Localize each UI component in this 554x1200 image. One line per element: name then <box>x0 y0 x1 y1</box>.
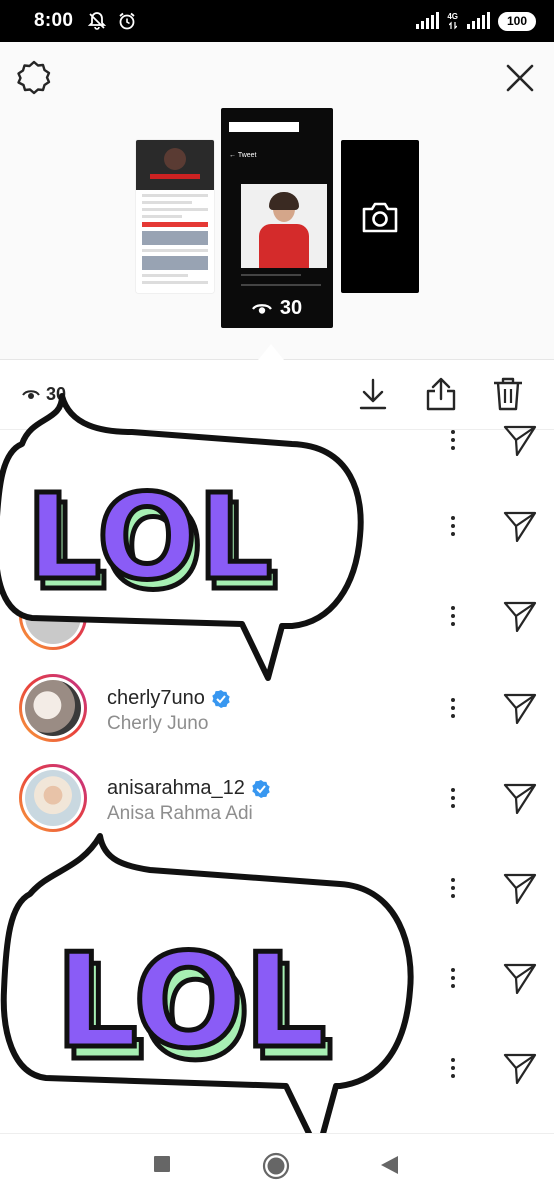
story-thumbnails-header: ← Tweet 30 <box>0 42 554 360</box>
send-message-button[interactable] <box>500 958 540 998</box>
send-message-button[interactable] <box>500 688 540 728</box>
username-line: anisarahma_12 <box>107 777 271 800</box>
thumbnail-views-number: 30 <box>279 297 303 319</box>
signal-icon-2 <box>467 12 490 29</box>
svg-text:LOL: LOL <box>26 468 273 606</box>
more-options-button[interactable] <box>440 1050 466 1086</box>
story-thumbnail-current[interactable]: ← Tweet 30 <box>221 108 333 328</box>
system-navigation-bar <box>0 1133 554 1200</box>
full-name: Anisa Rahma Adi <box>107 803 253 824</box>
send-message-button[interactable] <box>500 506 540 546</box>
direct-send-icon <box>503 1053 537 1084</box>
more-options-button[interactable] <box>440 508 466 544</box>
mute-notifications-icon <box>88 12 107 30</box>
signal-icon <box>416 12 440 29</box>
home-circle-icon <box>262 1152 290 1180</box>
recent-apps-button[interactable] <box>152 1154 172 1174</box>
send-message-button[interactable] <box>500 420 540 460</box>
direct-send-icon <box>503 601 537 632</box>
thumbnail-video-preview <box>136 140 214 190</box>
svg-text:LOL: LOL <box>55 925 327 1077</box>
square-icon <box>154 1156 170 1172</box>
close-button[interactable] <box>498 56 542 100</box>
battery-indicator: 100 <box>498 11 536 31</box>
more-options-button[interactable] <box>440 780 466 816</box>
username[interactable]: anisarahma_12 <box>107 777 245 800</box>
verified-badge-icon <box>252 779 270 798</box>
close-icon <box>506 64 534 92</box>
thumbnail-photo <box>241 184 327 268</box>
speech-bubble-sticker: LOL LOL <box>0 833 414 1155</box>
network-indicator: 4G <box>447 11 458 30</box>
more-options-button[interactable] <box>440 960 466 996</box>
gear-icon <box>17 60 51 95</box>
send-message-button[interactable] <box>500 868 540 908</box>
avatar[interactable] <box>19 764 87 832</box>
direct-send-icon <box>503 511 537 542</box>
story-thumbnail-previous[interactable] <box>136 140 214 293</box>
lol-sticker-text: LOL LOL <box>53 923 337 1092</box>
status-icons-right: 4G 100 <box>415 11 536 31</box>
story-settings-button[interactable] <box>12 56 56 100</box>
alarm-icon <box>119 12 135 30</box>
lol-sticker-text: LOL LOL <box>24 466 282 619</box>
thumbnail-tweet-header: ← Tweet <box>229 152 257 159</box>
more-options-button[interactable] <box>440 690 466 726</box>
home-button[interactable] <box>262 1152 290 1180</box>
lol-sticker[interactable]: LOL LOL <box>0 386 372 691</box>
verified-badge-icon <box>212 689 230 708</box>
thumbnail-caption-bar <box>142 222 208 227</box>
status-time: 8:00 <box>34 10 74 31</box>
data-arrows-icon <box>448 21 457 29</box>
status-icons-left <box>87 11 137 31</box>
send-message-button[interactable] <box>500 1048 540 1088</box>
direct-send-icon <box>503 963 537 994</box>
thumbnail-view-count: 30 <box>221 297 333 320</box>
back-triangle-icon <box>381 1156 398 1174</box>
selected-thumbnail-pointer <box>258 344 284 360</box>
more-options-button[interactable] <box>440 870 466 906</box>
network-type: 4G <box>447 11 458 21</box>
send-message-button[interactable] <box>500 596 540 636</box>
full-name: Cherly Juno <box>107 713 209 734</box>
camera-icon <box>362 202 398 232</box>
back-button[interactable] <box>378 1154 400 1176</box>
story-add-camera-thumbnail[interactable] <box>341 140 419 293</box>
eye-icon <box>251 303 272 314</box>
more-options-button[interactable] <box>440 598 466 634</box>
direct-send-icon <box>503 693 537 724</box>
direct-send-icon <box>503 873 537 904</box>
more-options-button[interactable] <box>440 422 466 458</box>
lol-sticker[interactable]: LOL LOL <box>0 830 420 1165</box>
direct-send-icon <box>503 425 537 456</box>
send-message-button[interactable] <box>500 778 540 818</box>
thumbnail-caption <box>229 122 299 132</box>
speech-bubble-sticker: LOL LOL <box>0 393 364 681</box>
direct-send-icon <box>503 783 537 814</box>
status-bar: 8:00 4G 100 <box>0 0 554 42</box>
